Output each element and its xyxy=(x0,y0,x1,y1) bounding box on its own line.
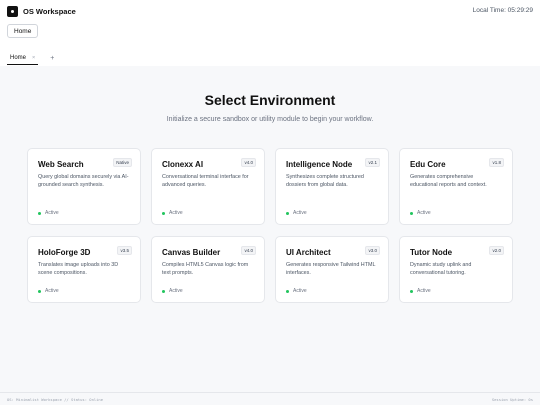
status-indicator: Active xyxy=(38,210,59,216)
session-uptime: Session Uptime: 0s xyxy=(491,397,533,402)
tab-bar: Home × + xyxy=(7,51,54,65)
card-clonexx-ai[interactable]: Clonexx AI v4.0 Conversational terminal … xyxy=(151,148,265,225)
footer-status: OS: Minimalist Workspace // Status: Onli… xyxy=(7,397,104,402)
version-badge: Native xyxy=(113,158,132,167)
card-canvas-builder[interactable]: Canvas Builder v4.0 Compiles HTML5 Canva… xyxy=(151,236,265,303)
status-indicator: Active xyxy=(38,288,59,294)
card-description: Generates responsive Tailwind HTML inter… xyxy=(286,262,376,276)
card-description: Conversational terminal interface for ad… xyxy=(162,174,249,188)
card-description: Compiles HTML5 Canvas logic from text pr… xyxy=(162,262,249,276)
status-indicator: Active xyxy=(162,288,183,294)
status-label: Active xyxy=(169,210,183,216)
environment-grid-row-2: HoloForge 3D v3.5 Translates image uploa… xyxy=(27,236,513,303)
page-subtitle: Initialize a secure sandbox or utility m… xyxy=(166,116,374,123)
status-dot-icon xyxy=(410,211,413,215)
card-description: Dynamic study uplink and conversational … xyxy=(410,262,472,276)
status-dot-icon xyxy=(162,211,165,215)
version-badge: v4.0 xyxy=(241,158,256,167)
page-title: Select Environment xyxy=(204,92,336,108)
status-dot-icon xyxy=(410,289,413,293)
version-badge: v1.8 xyxy=(489,158,504,167)
home-button[interactable]: Home xyxy=(7,24,39,38)
top-bar: OS Workspace Local Time: 05:29:29 Home H… xyxy=(0,0,540,66)
status-label: Active xyxy=(45,210,59,216)
card-title: Clonexx AI xyxy=(162,160,204,169)
brand: OS Workspace xyxy=(7,5,76,17)
status-footer: OS: Minimalist Workspace // Status: Onli… xyxy=(0,392,540,405)
status-dot-icon xyxy=(38,289,41,293)
tab-label: Home xyxy=(10,54,27,61)
status-label: Active xyxy=(293,210,307,216)
card-edu-core[interactable]: Edu Core v1.8 Generates comprehensive ed… xyxy=(399,148,513,225)
card-description: Generates comprehensive educational repo… xyxy=(410,174,487,188)
card-holoforge-3d[interactable]: HoloForge 3D v3.5 Translates image uploa… xyxy=(27,236,141,303)
brand-name: OS Workspace xyxy=(23,6,76,16)
version-badge: v3.5 xyxy=(117,246,132,255)
card-title: Tutor Node xyxy=(410,248,453,257)
local-time: Local Time: 05:29:29 xyxy=(472,7,533,14)
environment-grid-row-1: Web Search Native Query global domains s… xyxy=(27,148,513,225)
card-title: Edu Core xyxy=(410,160,446,169)
tab-home[interactable]: Home × xyxy=(7,51,39,65)
add-tab-button[interactable]: + xyxy=(50,55,54,62)
status-indicator: Active xyxy=(410,288,431,294)
status-indicator: Active xyxy=(410,210,431,216)
version-badge: v2.1 xyxy=(365,158,380,167)
status-dot-icon xyxy=(162,289,165,293)
card-description: Query global domains securely via AI-gro… xyxy=(38,174,129,188)
card-title: Intelligence Node xyxy=(286,160,353,169)
card-description: Synthesizes complete structured dossiers… xyxy=(286,174,364,188)
status-label: Active xyxy=(417,210,431,216)
card-tutor-node[interactable]: Tutor Node v2.0 Dynamic study uplink and… xyxy=(399,236,513,303)
card-title: UI Architect xyxy=(286,248,331,257)
version-badge: v4.0 xyxy=(241,246,256,255)
card-web-search[interactable]: Web Search Native Query global domains s… xyxy=(27,148,141,225)
status-indicator: Active xyxy=(286,210,307,216)
status-dot-icon xyxy=(38,211,41,215)
card-title: Canvas Builder xyxy=(162,248,221,257)
status-label: Active xyxy=(293,288,307,294)
close-icon[interactable]: × xyxy=(32,55,35,61)
status-dot-icon xyxy=(286,289,289,293)
card-ui-architect[interactable]: UI Architect v3.0 Generates responsive T… xyxy=(275,236,389,303)
version-badge: v2.0 xyxy=(489,246,504,255)
status-dot-icon xyxy=(286,211,289,215)
status-label: Active xyxy=(169,288,183,294)
status-label: Active xyxy=(417,288,431,294)
status-label: Active xyxy=(45,288,59,294)
version-badge: v3.0 xyxy=(365,246,380,255)
card-intelligence-node[interactable]: Intelligence Node v2.1 Synthesizes compl… xyxy=(275,148,389,225)
card-description: Translates image uploads into 3D scene c… xyxy=(38,262,119,276)
card-title: HoloForge 3D xyxy=(38,248,91,257)
logo-icon xyxy=(7,5,18,17)
status-indicator: Active xyxy=(162,210,183,216)
status-indicator: Active xyxy=(286,288,307,294)
